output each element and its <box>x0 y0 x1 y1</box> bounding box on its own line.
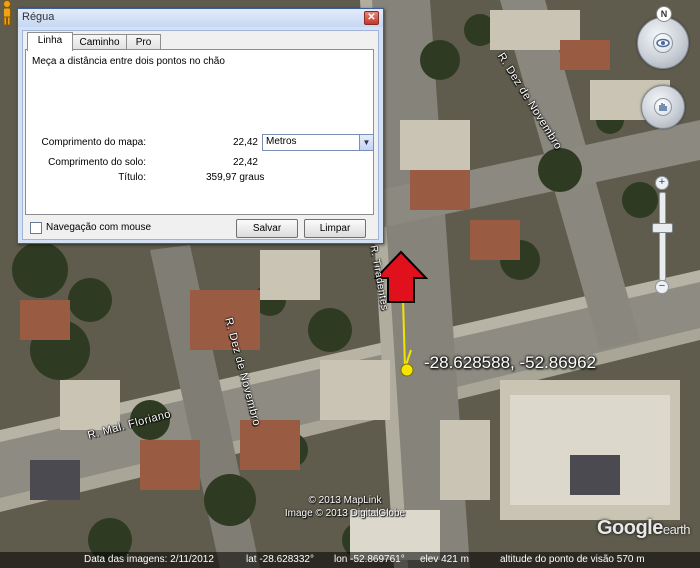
dialog-body: Linha Caminho Pro Meça a distância entre… <box>22 30 379 240</box>
ground-length-value: 22,42 <box>232 157 258 168</box>
heading-label: Título: <box>118 172 146 183</box>
copyright-digitalglobe: Image © 2013 DigitalGlobe <box>284 508 406 519</box>
chevron-down-icon[interactable]: ▼ <box>359 135 373 150</box>
map-length-label: Comprimento do mapa: <box>41 137 147 148</box>
mouse-navigation-label[interactable]: Navegação com mouse <box>46 222 151 233</box>
copyright-maplink: © 2013 MapLink <box>308 495 382 506</box>
placemark-label[interactable]: -28.628588, -52.86962 <box>424 353 596 373</box>
zoom-in-button[interactable]: + <box>655 176 669 190</box>
eye-icon[interactable] <box>653 33 673 53</box>
clear-button[interactable]: Limpar <box>304 219 366 238</box>
dialog-title: Régua <box>22 11 55 23</box>
tab-linha[interactable]: Linha <box>27 32 73 51</box>
unit-select-value: Metros <box>266 136 297 147</box>
save-button[interactable]: Salvar <box>236 219 298 238</box>
hand-icon[interactable] <box>654 98 672 116</box>
mouse-navigation-checkbox[interactable] <box>30 222 42 234</box>
ground-length-label: Comprimento do solo: <box>48 157 146 168</box>
eye-altitude-readout: altitude do ponto de visão 570 m <box>500 554 645 565</box>
latitude-readout: lat -28.628332° <box>246 554 314 565</box>
dialog-titlebar[interactable]: Régua ✕ <box>18 9 383 27</box>
move-control[interactable] <box>641 85 685 129</box>
ruler-dialog: Régua ✕ Linha Caminho Pro Meça a distânc… <box>17 8 384 244</box>
imagery-date: Data das imagens: 2/11/2012 <box>84 554 214 565</box>
heading-value: 359,97 graus <box>206 172 265 183</box>
zoom-slider-thumb[interactable] <box>652 223 673 233</box>
zoom-slider-track[interactable] <box>659 192 666 281</box>
look-control[interactable] <box>637 17 689 69</box>
elevation-readout: elev 421 m <box>420 554 469 565</box>
map-length-value: 22,42 <box>232 137 258 148</box>
imagery-copyright: © 2013 MapLink Image © 2013 DigitalGlobe <box>270 494 420 520</box>
tab-pro[interactable]: Pro <box>126 34 161 50</box>
zoom-out-button[interactable]: − <box>655 280 669 294</box>
unit-select[interactable]: Metros ▼ <box>262 134 374 151</box>
tab-panel-linha: Meça a distância entre dois pontos no ch… <box>25 49 374 215</box>
google-earth-logo: Googleearth <box>596 517 691 540</box>
status-bar: Data das imagens: 2/11/2012 lat -28.6283… <box>0 552 700 568</box>
logo-google-text: Google <box>596 517 663 539</box>
longitude-readout: lon -52.869761° <box>334 554 405 565</box>
logo-earth-text: earth <box>662 522 691 537</box>
north-indicator[interactable]: N <box>656 6 672 22</box>
close-button[interactable]: ✕ <box>364 11 379 25</box>
tab-caminho[interactable]: Caminho <box>72 34 127 50</box>
street-view-pegman-icon[interactable] <box>0 0 14 26</box>
panel-description: Meça a distância entre dois pontos no ch… <box>32 56 225 67</box>
